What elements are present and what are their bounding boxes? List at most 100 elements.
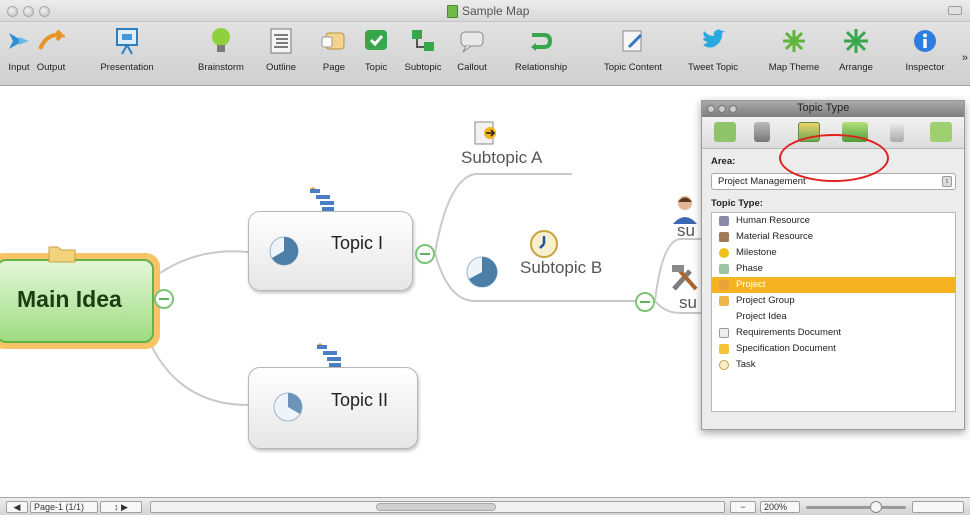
zoom-level-field[interactable]: 200% [760, 501, 800, 513]
topic-content-icon [618, 25, 648, 57]
project-group-icon [719, 296, 729, 306]
inspector-tab-bar [702, 117, 964, 149]
subtopic-material-resource-label[interactable]: su [679, 293, 697, 313]
person-icon [719, 216, 729, 226]
scrollbar-thumb[interactable] [376, 503, 496, 511]
inspector-title: Topic Type [797, 102, 850, 114]
topic-type-item[interactable]: Milestone [712, 245, 955, 261]
inspector-tab-tools[interactable] [890, 122, 904, 142]
topic-type-item[interactable]: Requirements Document [712, 325, 955, 341]
info-icon [910, 25, 940, 57]
person-icon [672, 194, 698, 224]
inspector-close-button[interactable] [707, 105, 715, 113]
inspector-titlebar[interactable]: Topic Type [702, 101, 964, 117]
status-bar: ◀ Page-1 (1/1) ↕ ▶ − 200% [0, 497, 970, 515]
topic-type-item[interactable]: Material Resource [712, 229, 955, 245]
toolbar-overflow-button[interactable]: » [962, 52, 968, 64]
subtopic-b-collapse-button[interactable] [635, 292, 655, 312]
area-dropdown-value: Project Management [718, 176, 806, 187]
topic-type-item[interactable]: Specification Document [712, 341, 955, 357]
close-window-button[interactable] [7, 6, 18, 17]
lightbulb-icon [206, 25, 236, 57]
zoom-slider[interactable] [806, 506, 906, 509]
map-theme-icon [779, 25, 809, 57]
toolbar-inspector-button[interactable]: Inspector [895, 22, 955, 86]
inspector-zoom-button[interactable] [729, 105, 737, 113]
specification-doc-icon [719, 344, 729, 354]
area-label: Area: [711, 156, 736, 167]
topic-type-list: Human Resource Material Resource Milesto… [711, 212, 956, 412]
page-stepper[interactable]: ↕ ▶ [100, 501, 142, 513]
dropdown-arrow-icon: ↕ [942, 176, 952, 187]
outline-icon [266, 25, 296, 57]
subtopic-human-resource-label[interactable]: su [677, 221, 695, 241]
output-arrow-icon [36, 25, 66, 57]
toolbar-page-button[interactable]: Page [317, 22, 351, 86]
toolbar-input-button[interactable]: Input [5, 22, 33, 86]
page-icon [319, 25, 349, 57]
inspector-tab-topic-type[interactable] [798, 122, 820, 142]
topic-type-item[interactable]: Phase [712, 261, 955, 277]
toolbar-brainstorm-button[interactable]: Brainstorm [189, 22, 253, 86]
progress-pie-icon [268, 235, 300, 267]
previous-page-button[interactable]: ◀ [6, 501, 28, 513]
inspector-tab-text-style[interactable] [754, 122, 770, 142]
toolbar-topic-content-button[interactable]: Topic Content [593, 22, 673, 86]
window-titlebar: Sample Map [0, 0, 970, 22]
toolbar-outline-button[interactable]: Outline [259, 22, 303, 86]
topic-type-label: Topic Type: [711, 198, 763, 209]
toolbar-map-theme-button[interactable]: Map Theme [763, 22, 825, 86]
zoom-window-button[interactable] [39, 6, 50, 17]
toolbar-callout-button[interactable]: Callout [452, 22, 492, 86]
inspector-tab-document[interactable] [930, 122, 952, 142]
progress-pie-icon [272, 391, 304, 423]
view-options-button[interactable] [912, 501, 964, 513]
zoom-slider-knob[interactable] [870, 501, 882, 513]
horizontal-scrollbar[interactable] [150, 501, 725, 513]
toolbar-presentation-button[interactable]: Presentation [77, 22, 177, 86]
window-title: Sample Map [462, 4, 530, 18]
phase-icon [719, 264, 729, 274]
topic-type-item[interactable]: Task [712, 357, 955, 373]
inspector-tab-topic-style[interactable] [714, 122, 736, 142]
toolbar-toggle-button[interactable] [948, 6, 962, 15]
tools-icon [670, 263, 702, 293]
inspector-minimize-button[interactable] [718, 105, 726, 113]
tools-icon [719, 232, 729, 242]
topic-1-label[interactable]: Topic I [331, 233, 383, 254]
topic-type-item[interactable]: Project Idea [712, 309, 955, 325]
toolbar-output-button[interactable]: Output [32, 22, 70, 86]
subtopic-a-label[interactable]: Subtopic A [461, 148, 542, 168]
task-clock-icon [719, 360, 729, 370]
zoom-out-button[interactable]: − [730, 501, 756, 513]
topic-icon [361, 25, 391, 57]
topic-2-label[interactable]: Topic II [331, 390, 388, 411]
window-title-group: Sample Map [447, 3, 529, 19]
subtopic-icon [408, 25, 438, 57]
twitter-bird-icon [698, 25, 728, 57]
subtopic-b-label[interactable]: Subtopic B [520, 258, 602, 278]
folder-icon [48, 243, 76, 263]
main-toolbar: Input Output Presentation Brainstorm Out… [0, 22, 970, 86]
toolbar-relationship-button[interactable]: Relationship [507, 22, 575, 86]
toolbar-arrange-button[interactable]: Arrange [831, 22, 881, 86]
relationship-icon [526, 25, 556, 57]
topic-type-item[interactable]: Project Group [712, 293, 955, 309]
main-idea-label[interactable]: Main Idea [17, 286, 122, 313]
minimize-window-button[interactable] [23, 6, 34, 17]
topic-1-collapse-button[interactable] [415, 244, 435, 264]
toolbar-subtopic-button[interactable]: Subtopic [401, 22, 445, 86]
requirements-doc-icon [472, 119, 500, 149]
topic-type-inspector-panel: Topic Type Area: Project Management ↕ To… [701, 100, 965, 430]
main-idea-collapse-button[interactable] [154, 289, 174, 309]
area-dropdown[interactable]: Project Management ↕ [711, 173, 956, 190]
toolbar-topic-button[interactable]: Topic [359, 22, 393, 86]
document-icon [447, 4, 458, 18]
page-selector[interactable]: Page-1 (1/1) [30, 501, 98, 513]
arrange-icon [841, 25, 871, 57]
toolbar-tweet-topic-button[interactable]: Tweet Topic [678, 22, 748, 86]
inspector-tab-map-style[interactable] [842, 122, 868, 142]
topic-type-item-selected[interactable]: Project [712, 277, 955, 293]
milestone-icon [719, 248, 729, 258]
topic-type-item[interactable]: Human Resource [712, 213, 955, 229]
